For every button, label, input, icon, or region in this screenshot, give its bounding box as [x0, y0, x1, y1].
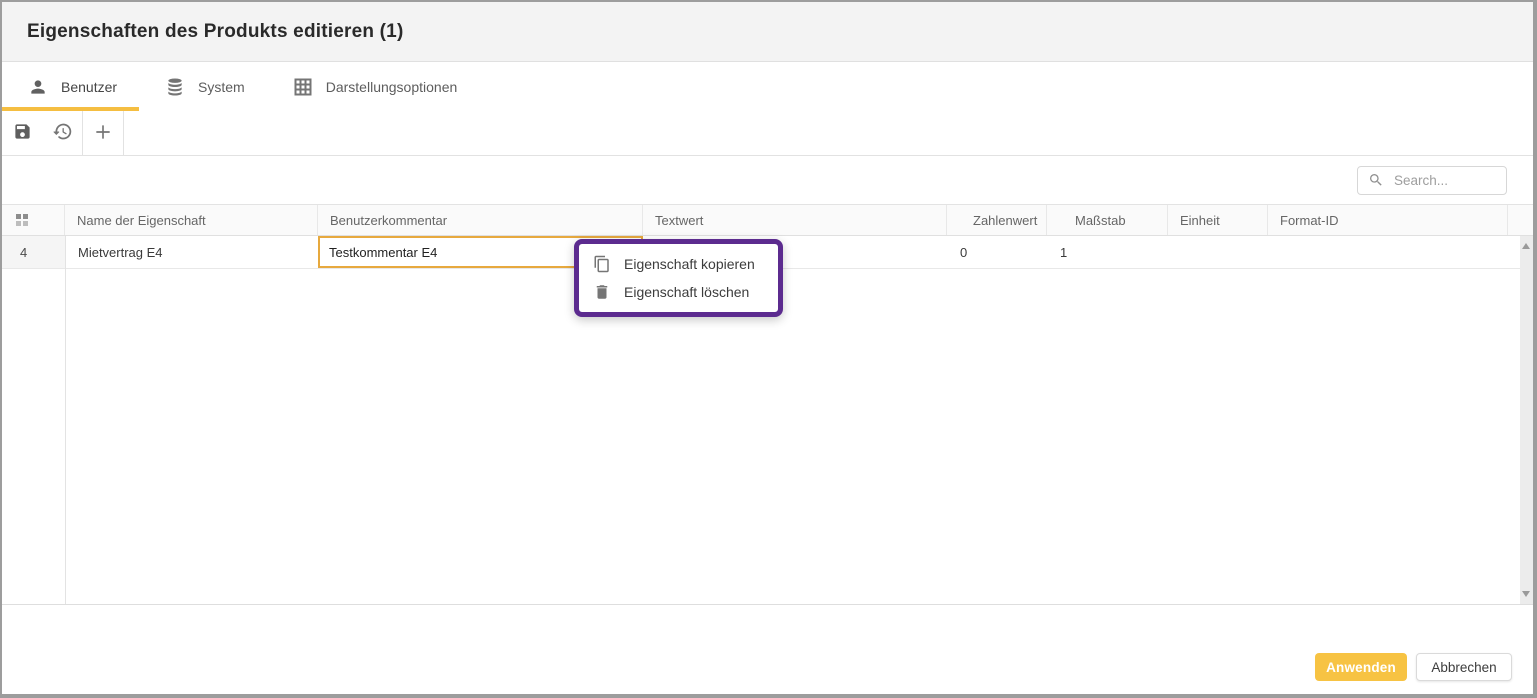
- tab-label: Darstellungsoptionen: [326, 79, 458, 95]
- column-header-handle[interactable]: [2, 205, 65, 235]
- dialog-window: Eigenschaften des Produkts editieren (1)…: [0, 0, 1537, 698]
- column-header-zahlenwert[interactable]: Zahlenwert: [947, 205, 1047, 235]
- menu-item-label: Eigenschaft kopieren: [624, 256, 755, 272]
- menu-item-delete-property[interactable]: Eigenschaft löschen: [579, 278, 778, 306]
- search-row: [2, 156, 1533, 204]
- cell-massstab[interactable]: 1: [1047, 236, 1168, 268]
- toolbar-separator: [123, 111, 124, 155]
- copy-icon: [593, 255, 611, 273]
- cancel-button[interactable]: Abbrechen: [1416, 653, 1512, 681]
- scroll-down-icon[interactable]: [1522, 591, 1530, 597]
- history-button[interactable]: [42, 111, 82, 155]
- grid-icon: [293, 77, 313, 97]
- search-box[interactable]: [1357, 166, 1507, 195]
- column-header-textwert[interactable]: Textwert: [643, 205, 947, 235]
- history-icon: [52, 121, 73, 145]
- person-icon: [28, 77, 48, 97]
- toolbar: [2, 111, 1533, 156]
- row-handle-icon: [16, 214, 21, 219]
- database-icon: [165, 77, 185, 97]
- tab-benutzer[interactable]: Benutzer: [2, 62, 139, 111]
- menu-item-label: Eigenschaft löschen: [624, 284, 749, 300]
- cell-zahlenwert[interactable]: 0: [947, 236, 1047, 268]
- tab-bar: Benutzer System Darstellungsoptionen: [2, 62, 1533, 111]
- menu-item-copy-property[interactable]: Eigenschaft kopieren: [579, 250, 778, 278]
- scroll-up-icon[interactable]: [1522, 243, 1530, 249]
- dialog-title: Eigenschaften des Produkts editieren (1): [2, 21, 403, 43]
- dialog-footer: Anwenden Abbrechen: [2, 605, 1533, 694]
- row-number-column-divider: [65, 236, 66, 604]
- cell-name[interactable]: Mietvertrag E4: [65, 236, 318, 268]
- search-input[interactable]: [1392, 172, 1491, 189]
- context-menu: Eigenschaft kopieren Eigenschaft löschen: [574, 239, 783, 317]
- row-index-cell: 4: [2, 236, 65, 268]
- column-header-einheit[interactable]: Einheit: [1168, 205, 1268, 235]
- table-header-row: Name der Eigenschaft Benutzerkommentar T…: [2, 205, 1533, 236]
- cell-einheit[interactable]: [1168, 236, 1268, 268]
- properties-table: Name der Eigenschaft Benutzerkommentar T…: [2, 204, 1533, 605]
- column-header-massstab[interactable]: Maßstab: [1047, 205, 1168, 235]
- vertical-scrollbar[interactable]: [1520, 236, 1533, 604]
- title-bar: Eigenschaften des Produkts editieren (1): [2, 2, 1533, 62]
- tab-system[interactable]: System: [139, 62, 267, 111]
- trash-icon: [593, 283, 611, 301]
- tab-darstellungsoptionen[interactable]: Darstellungsoptionen: [267, 62, 480, 111]
- plus-icon: [93, 122, 113, 145]
- save-icon: [13, 122, 32, 144]
- apply-button[interactable]: Anwenden: [1315, 653, 1407, 681]
- column-header-format-id[interactable]: Format-ID: [1268, 205, 1508, 235]
- column-header-benutzerkommentar[interactable]: Benutzerkommentar: [318, 205, 643, 235]
- search-icon: [1368, 172, 1384, 188]
- tab-label: Benutzer: [61, 79, 117, 95]
- save-button[interactable]: [2, 111, 42, 155]
- column-header-name[interactable]: Name der Eigenschaft: [65, 205, 318, 235]
- add-property-button[interactable]: [83, 111, 123, 155]
- column-header-filler: [1508, 205, 1533, 235]
- cell-format-id[interactable]: [1268, 236, 1508, 268]
- tab-label: System: [198, 79, 245, 95]
